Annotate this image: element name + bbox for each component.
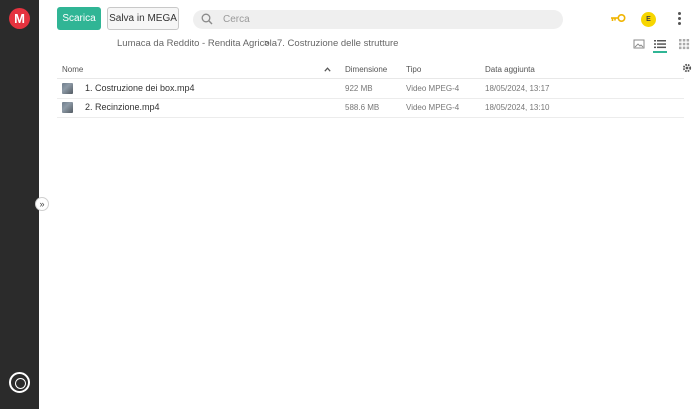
list-view-tab[interactable] — [653, 37, 667, 53]
file-name[interactable]: 2. Recinzione.mp4 — [85, 102, 160, 112]
column-header-size[interactable]: Dimensione — [345, 65, 387, 74]
column-header-date[interactable]: Data aggiunta — [485, 65, 535, 74]
avatar[interactable]: E — [641, 12, 656, 27]
video-thumbnail-icon — [62, 102, 73, 113]
breadcrumb-parent[interactable]: Lumaca da Reddito - Rendita Agricola — [117, 38, 277, 49]
key-icon[interactable] — [610, 13, 626, 23]
chevron-up-icon[interactable] — [324, 67, 331, 72]
file-type: Video MPEG-4 — [406, 84, 460, 93]
file-date: 18/05/2024, 13:10 — [485, 103, 550, 112]
more-menu-icon[interactable] — [678, 12, 682, 27]
transfers-icon[interactable] — [9, 372, 30, 393]
file-type: Video MPEG-4 — [406, 103, 460, 112]
gear-icon[interactable] — [682, 63, 692, 73]
video-thumbnail-icon — [62, 83, 73, 94]
search-icon — [201, 13, 213, 25]
grid-view-icon[interactable] — [678, 38, 690, 50]
row-divider — [57, 98, 684, 99]
save-to-mega-button[interactable]: Salva in MEGA — [107, 7, 179, 30]
thumbnail-view-icon[interactable] — [633, 38, 645, 50]
breadcrumb-separator: > — [264, 38, 270, 49]
mega-logo[interactable]: M — [9, 8, 30, 29]
search-bar[interactable] — [193, 10, 563, 29]
file-name[interactable]: 1. Costruzione dei box.mp4 — [85, 83, 195, 93]
file-date: 18/05/2024, 13:17 — [485, 84, 550, 93]
header-divider — [57, 78, 684, 79]
file-size: 588.6 MB — [345, 103, 380, 112]
row-divider — [57, 117, 684, 118]
download-button[interactable]: Scarica — [57, 7, 101, 30]
expand-sidebar-icon[interactable]: » — [35, 197, 49, 211]
breadcrumb-current: 7. Costruzione delle strutture — [277, 38, 399, 49]
file-size: 922 MB — [345, 84, 373, 93]
column-header-type[interactable]: Tipo — [406, 65, 421, 74]
column-header-name[interactable]: Nome — [62, 65, 83, 74]
search-input[interactable] — [223, 10, 543, 29]
sidebar: M — [0, 0, 39, 409]
list-view-icon — [654, 40, 666, 49]
